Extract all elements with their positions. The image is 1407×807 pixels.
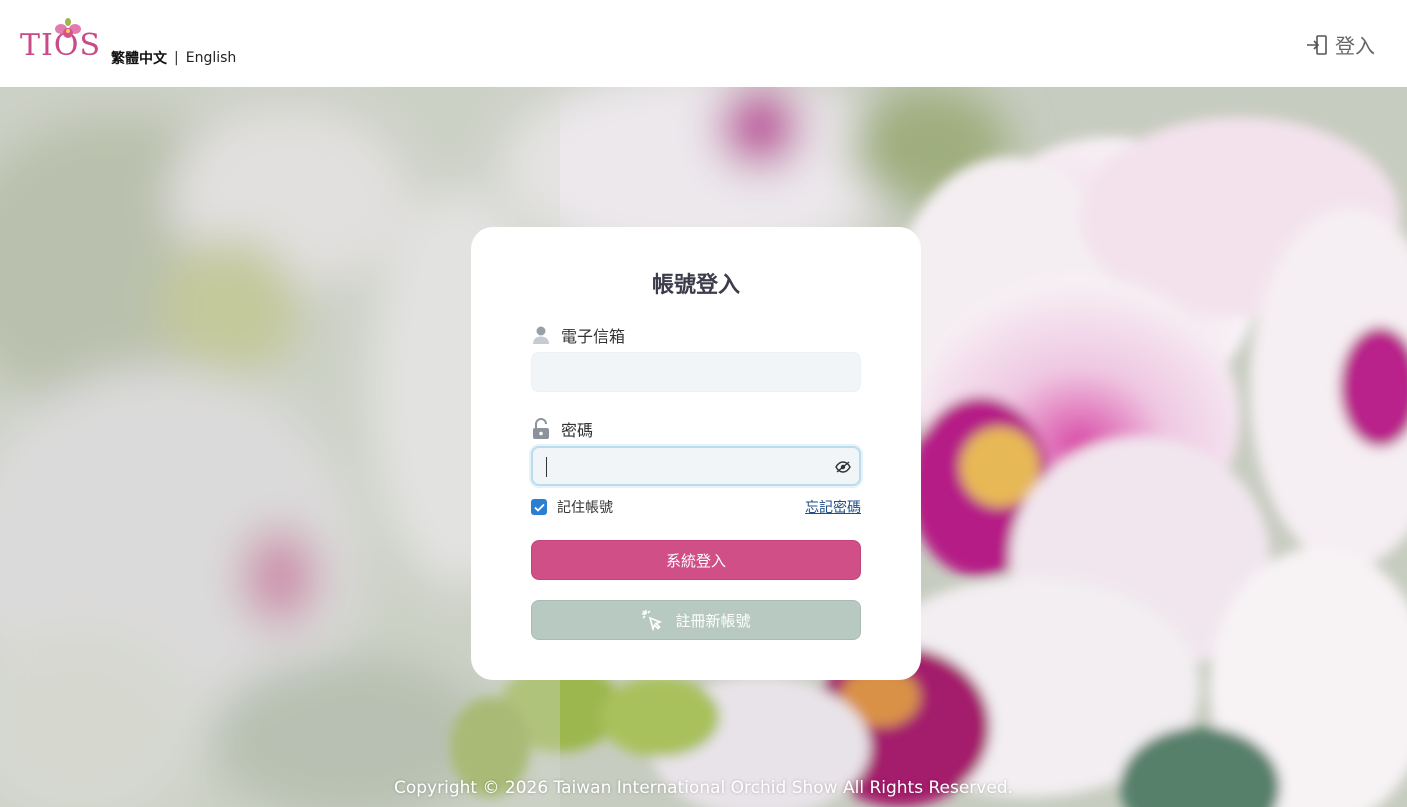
- header-login-button[interactable]: 登入: [1305, 30, 1375, 59]
- email-label-text: 電子信箱: [561, 327, 626, 346]
- language-switcher: 繁體中文 | English: [111, 48, 236, 68]
- lang-separator: |: [174, 50, 179, 66]
- header-login-label: 登入: [1335, 34, 1375, 58]
- copyright-footer: Copyright © 2026 Taiwan International Or…: [394, 778, 1013, 798]
- user-icon: [533, 326, 549, 344]
- text-caret: [546, 457, 547, 477]
- password-label-text: 密碼: [561, 421, 594, 440]
- login-button[interactable]: 系統登入: [531, 540, 861, 580]
- lock-icon: [533, 418, 549, 439]
- login-title: 帳號登入: [651, 273, 740, 298]
- login-door-icon: [1307, 34, 1327, 55]
- password-field[interactable]: [531, 446, 861, 486]
- tios-logo[interactable]: TIOS: [20, 18, 100, 64]
- checkmark-icon: [533, 503, 545, 512]
- login-button-label: 系統登入: [665, 551, 726, 570]
- lang-en-link[interactable]: English: [186, 50, 237, 66]
- click-pointer-icon: [642, 610, 663, 631]
- orchid-logo-icon: [55, 18, 81, 38]
- login-card: 帳號登入 電子信箱 密碼 記住帳號 忘記密碼 系統登入 註冊新帳號: [471, 227, 921, 680]
- email-label: 電子信箱: [531, 323, 625, 347]
- remember-checkbox[interactable]: [531, 499, 547, 515]
- register-button-label: 註冊新帳號: [675, 611, 751, 630]
- password-label: 密碼: [531, 417, 593, 441]
- eye-icon[interactable]: [835, 461, 851, 473]
- forgot-password-link[interactable]: 忘記密碼: [805, 497, 861, 517]
- lang-zh-link[interactable]: 繁體中文: [111, 48, 167, 68]
- top-header: TIOS 繁體中文 | English 登入: [0, 0, 1407, 87]
- remember-label: 記住帳號: [557, 500, 613, 516]
- remember-me[interactable]: 記住帳號: [531, 497, 613, 517]
- register-button[interactable]: 註冊新帳號: [531, 600, 861, 640]
- email-field[interactable]: [531, 352, 861, 392]
